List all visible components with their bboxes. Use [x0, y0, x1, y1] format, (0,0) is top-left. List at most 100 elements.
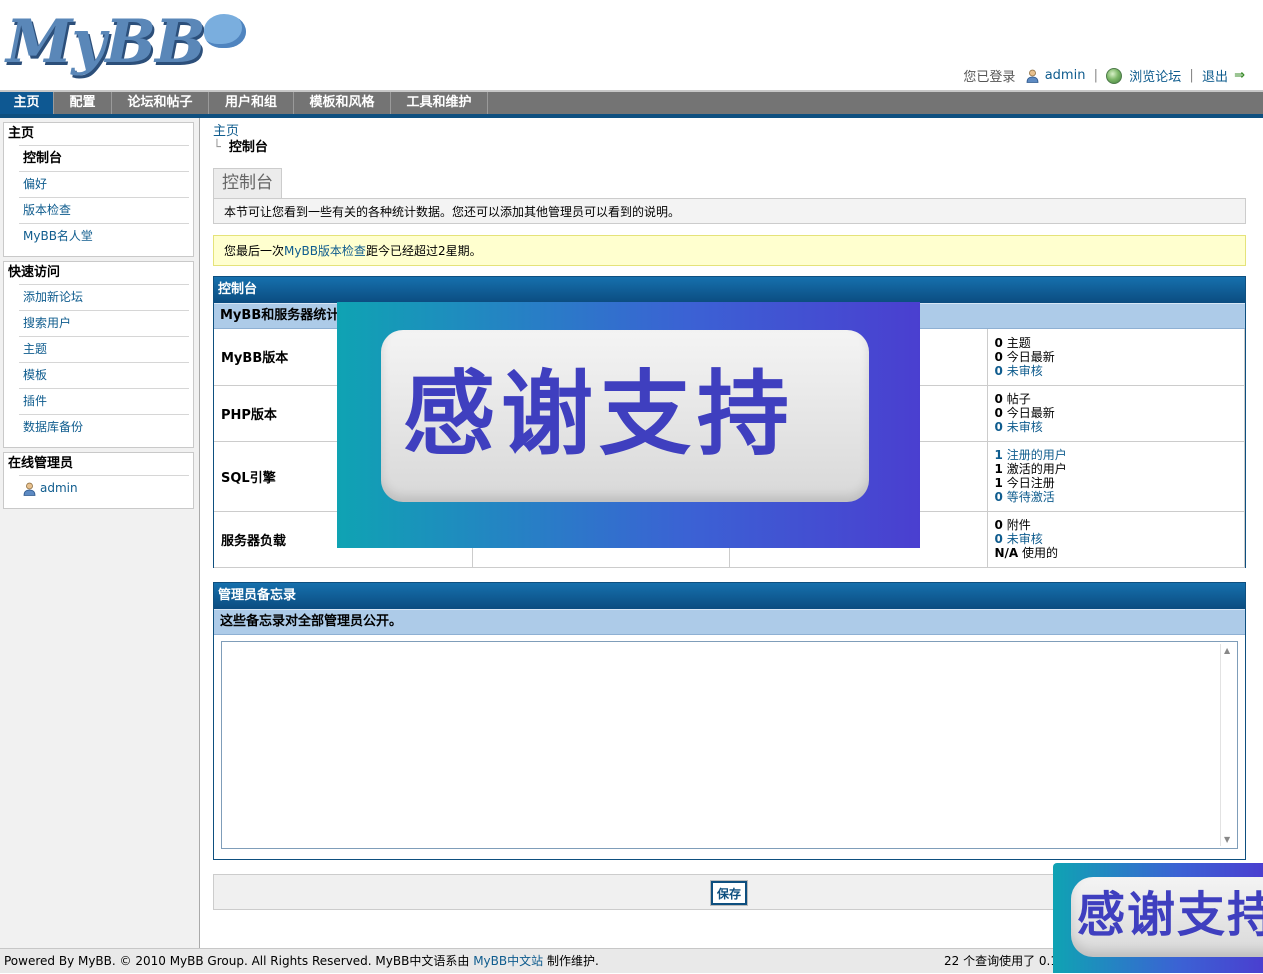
- notes-panel-header: 管理员备忘录: [214, 583, 1245, 609]
- user-icon: [1026, 69, 1038, 83]
- logged-in-label: 您已登录: [963, 70, 1016, 85]
- stat-counts: 1 注册的用户 1 激活的用户 1 今日注册 0 等待激活: [987, 441, 1245, 512]
- stat-text: 未审核: [1006, 532, 1043, 546]
- logout-arrow-icon: ⇒: [1234, 68, 1245, 83]
- sidebar-item-themes[interactable]: 主题: [19, 336, 189, 362]
- version-check-notice: 您最后一次MyBB版本检查距今已经超过2星期。: [213, 235, 1246, 266]
- sidebar-link[interactable]: 搜索用户: [23, 316, 71, 330]
- unapproved-threads-link[interactable]: 0 未审核: [995, 364, 1043, 378]
- sidebar-item-plugins[interactable]: 插件: [19, 388, 189, 414]
- stat-text: 今日最新: [1006, 349, 1055, 364]
- banner-text: 感谢支持: [1077, 887, 1263, 943]
- user-links: 您已登录 admin | 浏览论坛 | 退出 ⇒: [963, 66, 1245, 85]
- footer-query-stats: 22 个查询使用了 0.1: [944, 954, 1058, 968]
- stat-num: 1: [994, 476, 1003, 490]
- tab-home[interactable]: 主页: [0, 92, 54, 114]
- globe-icon: [1106, 67, 1123, 84]
- mybb-logo[interactable]: MyBB: [6, 8, 251, 83]
- thanks-support-banner: 感谢支持: [337, 302, 920, 548]
- online-admin-item[interactable]: admin: [19, 475, 189, 501]
- unapproved-posts-link[interactable]: 0 未审核: [995, 420, 1043, 434]
- sidebar-item-credits[interactable]: MyBB名人堂: [19, 223, 189, 249]
- page-title-tab[interactable]: 控制台: [213, 168, 282, 198]
- stat-num: 0: [994, 420, 1003, 434]
- stat-num: 0: [994, 335, 1003, 350]
- stat-text: 帖子: [1006, 392, 1031, 406]
- registered-users-link[interactable]: 1 注册的用户: [995, 448, 1067, 462]
- sidebar-online-title: 在线管理员: [8, 456, 74, 471]
- sidebar-link[interactable]: 模板: [23, 368, 47, 382]
- stat-text: 注册的用户: [1006, 448, 1067, 462]
- tab-users-groups[interactable]: 用户和组: [209, 92, 294, 114]
- awaiting-activation-link[interactable]: 0 等待激活: [995, 490, 1055, 504]
- tab-config[interactable]: 配置: [54, 92, 112, 114]
- tab-tools-maintenance[interactable]: 工具和维护: [391, 92, 488, 114]
- scroll-down-icon[interactable]: ▼: [1224, 835, 1230, 844]
- separator: |: [1093, 68, 1098, 83]
- logout-link[interactable]: 退出: [1202, 70, 1228, 85]
- sidebar-quick-box: 快速访问 添加新论坛 搜索用户 主题 模板 插件 数据库备份: [3, 261, 194, 448]
- sidebar-item-templates[interactable]: 模板: [19, 362, 189, 388]
- stat-counts: 0 主题 0 今日最新 0 未审核: [987, 329, 1245, 386]
- page-description: 本节可让您看到一些有关的各种统计数据。您还可以添加其他管理员可以看到的说明。: [213, 198, 1246, 224]
- admin-notes-textarea[interactable]: ▲ ▼: [221, 641, 1238, 849]
- footer-mybbcn-link[interactable]: MyBB中文站: [473, 954, 543, 968]
- sidebar-item-search-users[interactable]: 搜索用户: [19, 310, 189, 336]
- sidebar-link[interactable]: 添加新论坛: [23, 290, 83, 304]
- unapproved-attachments-link[interactable]: 0 未审核: [995, 532, 1043, 546]
- sidebar-item-version-check[interactable]: 版本检查: [19, 197, 189, 223]
- stat-text: 使用的: [1022, 546, 1059, 560]
- footer-text: 制作维护.: [546, 954, 599, 968]
- breadcrumb-current: 控制台: [228, 140, 268, 155]
- thanks-support-banner-small: 感谢支持: [1053, 863, 1263, 973]
- sidebar-link[interactable]: 版本检查: [23, 203, 71, 217]
- logo-bubble-icon: [204, 14, 246, 48]
- sidebar-link[interactable]: 插件: [23, 394, 47, 408]
- save-button[interactable]: 保存: [710, 880, 748, 906]
- view-forum-link[interactable]: 浏览论坛: [1129, 70, 1181, 85]
- version-check-link[interactable]: MyBB版本检查: [284, 244, 366, 258]
- stat-num: 1: [994, 462, 1003, 476]
- sidebar-home-title: 主页: [8, 126, 35, 141]
- stat-num: 1: [994, 448, 1003, 462]
- header: MyBB 您已登录 admin | 浏览论坛 | 退出 ⇒: [0, 0, 1263, 90]
- stat-text: 附件: [1006, 518, 1031, 532]
- sidebar-quick-title: 快速访问: [8, 265, 61, 280]
- breadcrumb-home[interactable]: 主页: [213, 124, 239, 139]
- stat-num: 0: [994, 518, 1003, 532]
- sidebar-item-db-backup[interactable]: 数据库备份: [19, 414, 189, 440]
- admin-notes-panel: 管理员备忘录 这些备忘录对全部管理员公开。 ▲ ▼: [213, 582, 1246, 860]
- online-admin-link[interactable]: admin: [40, 481, 78, 495]
- sidebar-item-dashboard[interactable]: 控制台: [19, 145, 189, 171]
- stat-text: 主题: [1006, 335, 1031, 350]
- breadcrumb-tree-icon: └: [213, 140, 221, 155]
- scroll-up-icon[interactable]: ▲: [1224, 646, 1230, 655]
- stat-num: 0: [994, 363, 1003, 378]
- notes-panel-subheader: 这些备忘录对全部管理员公开。: [214, 609, 1245, 635]
- banner-text: 感谢支持: [403, 361, 796, 468]
- stat-num: 0: [994, 490, 1003, 504]
- sidebar-link[interactable]: 主题: [23, 342, 47, 356]
- stat-text: 今日注册: [1006, 476, 1055, 490]
- tab-forums-posts[interactable]: 论坛和帖子: [112, 92, 209, 114]
- sidebar-link[interactable]: 偏好: [23, 177, 47, 191]
- sidebar-item-preferences[interactable]: 偏好: [19, 171, 189, 197]
- sidebar-item-add-forum[interactable]: 添加新论坛: [19, 284, 189, 310]
- textarea-scrollbar[interactable]: ▲ ▼: [1220, 644, 1235, 846]
- stat-counts: 0 帖子 0 今日最新 0 未审核: [987, 385, 1245, 442]
- logo-text: MyBB: [6, 7, 206, 77]
- notice-text: 距今已经超过2星期。: [365, 244, 482, 258]
- main-nav: 主页 配置 论坛和帖子 用户和组 模板和风格 工具和维护: [0, 90, 1263, 118]
- footer-copyright: Powered By MyBB. © 2010 MyBB Group. All …: [4, 949, 599, 974]
- separator: |: [1189, 68, 1194, 83]
- stat-counts: 0 附件 0 未审核 N/A 使用的: [987, 511, 1245, 568]
- footer-text: Powered By MyBB. © 2010 MyBB Group. All …: [4, 954, 470, 968]
- stats-panel-header: 控制台: [214, 277, 1245, 303]
- stat-num: 0: [994, 532, 1003, 546]
- sidebar-link[interactable]: MyBB名人堂: [23, 229, 93, 243]
- username-link[interactable]: admin: [1045, 68, 1086, 83]
- sidebar-link[interactable]: 数据库备份: [23, 420, 83, 434]
- tab-templates-styles[interactable]: 模板和风格: [294, 92, 391, 114]
- stat-text: 今日最新: [1006, 406, 1055, 420]
- sidebar-home-box: 主页 控制台 偏好 版本检查 MyBB名人堂: [3, 122, 194, 257]
